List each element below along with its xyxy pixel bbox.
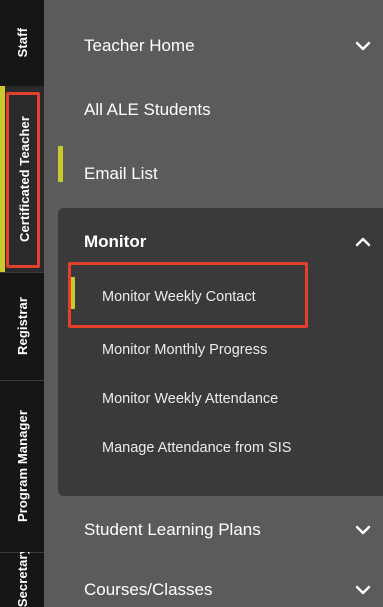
role-tab-label: Secretary	[14, 552, 30, 607]
selection-marker	[70, 277, 75, 309]
submenu-item-label: Monitor Weekly Attendance	[102, 391, 279, 407]
menu-item-student-learning-plans[interactable]: Student Learning Plans	[44, 500, 383, 560]
submenu-item-monitor-weekly-attendance[interactable]: Monitor Weekly Attendance	[58, 381, 383, 417]
role-tab-label: Staff	[14, 28, 30, 58]
submenu-item-label: Monitor Weekly Contact	[102, 289, 256, 305]
sidebar-menu: Teacher Home All ALE Students Email List…	[44, 0, 383, 607]
menu-item-monitor[interactable]: Monitor	[58, 220, 383, 264]
chevron-up-icon[interactable]	[355, 234, 371, 250]
menu-item-email-list[interactable]: Email List	[44, 144, 383, 204]
submenu-item-label: Manage Attendance from SIS	[102, 440, 292, 456]
chevron-down-icon[interactable]	[355, 38, 371, 54]
menu-item-label: Monitor	[84, 232, 147, 251]
role-tab-label: Registrar	[14, 297, 30, 355]
menu-item-label: Email List	[84, 164, 158, 183]
role-tab-registrar[interactable]: Registrar	[0, 272, 44, 380]
chevron-down-icon[interactable]	[355, 582, 371, 598]
menu-item-label: Courses/Classes	[84, 580, 213, 599]
menu-item-label: Student Learning Plans	[84, 520, 261, 539]
role-tab-secretary[interactable]: Secretary	[0, 552, 44, 607]
submenu-item-label: Monitor Monthly Progress	[102, 342, 268, 358]
menu-item-label: Teacher Home	[84, 36, 195, 55]
role-tab-program-manager[interactable]: Program Manager	[0, 380, 44, 552]
menu-item-courses-classes[interactable]: Courses/Classes	[44, 560, 383, 607]
role-tab-label: Program Manager	[14, 409, 30, 523]
menu-item-all-ale-students[interactable]: All ALE Students	[44, 80, 383, 140]
submenu-item-monitor-monthly-progress[interactable]: Monitor Monthly Progress	[58, 332, 383, 368]
role-tab-label: Certificated Teacher	[17, 115, 32, 243]
navigation-screenshot: Staff Certificated Teacher Registrar Pro…	[0, 0, 383, 607]
menu-item-label: All ALE Students	[84, 100, 211, 119]
role-tab-staff[interactable]: Staff	[0, 0, 44, 86]
monitor-submenu-panel: Monitor Monitor Weekly Contact Monitor M…	[58, 208, 383, 496]
submenu-item-manage-attendance-from-sis[interactable]: Manage Attendance from SIS	[58, 430, 383, 466]
role-tab-rail: Staff Certificated Teacher Registrar Pro…	[0, 0, 44, 607]
chevron-down-icon[interactable]	[355, 522, 371, 538]
submenu-item-monitor-weekly-contact[interactable]: Monitor Weekly Contact	[58, 279, 383, 315]
menu-item-teacher-home[interactable]: Teacher Home	[44, 16, 383, 76]
role-tab-certificated-teacher[interactable]: Certificated Teacher	[0, 86, 44, 272]
